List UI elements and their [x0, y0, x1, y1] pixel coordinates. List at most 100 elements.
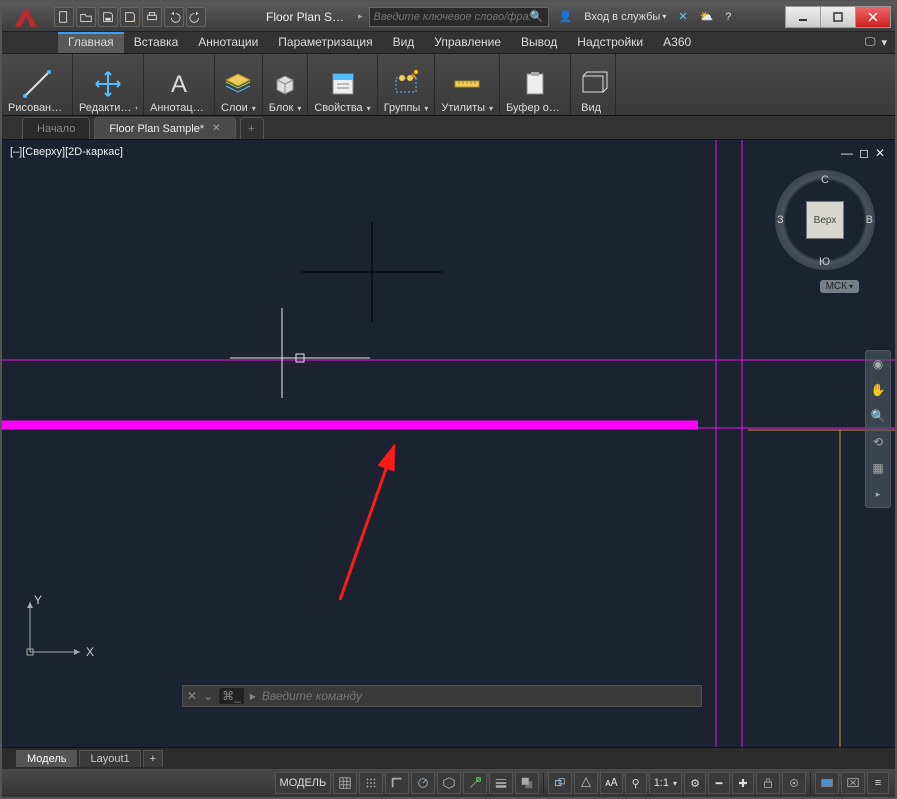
menu-output[interactable]: Вывод: [511, 32, 567, 53]
properties-icon: [327, 68, 359, 100]
open-icon[interactable]: [76, 7, 96, 27]
undo-icon[interactable]: [164, 7, 184, 27]
steering-wheel-icon[interactable]: ◉: [869, 355, 887, 373]
panel-modify[interactable]: Редакти…: [73, 54, 144, 115]
menu-parametric[interactable]: Параметризация: [268, 32, 382, 53]
osnap-icon[interactable]: [463, 772, 487, 794]
layout-tab-model[interactable]: Модель: [16, 750, 77, 767]
app-logo[interactable]: [6, 3, 46, 31]
drawing-area[interactable]: [–][Сверху][2D-каркас] — ◻ ✕: [2, 140, 895, 747]
annotation-visibility-icon[interactable]: ⚲: [625, 772, 647, 794]
pan-icon[interactable]: ✋: [869, 381, 887, 399]
layout-tab-add[interactable]: +: [143, 750, 163, 767]
file-tab-add[interactable]: +: [240, 117, 264, 139]
panel-block[interactable]: Блок: [263, 54, 309, 115]
exchange-icon[interactable]: ✕: [674, 8, 691, 25]
minimize-button[interactable]: [785, 6, 821, 28]
user-icon[interactable]: 👤: [555, 8, 577, 25]
print-icon[interactable]: [142, 7, 162, 27]
command-input[interactable]: [262, 689, 697, 703]
status-bar: МОДЕЛЬ 🗚 ⚲ 1:1▾ ⚙ ━ ✚ ≡: [2, 769, 895, 797]
menu-annotate[interactable]: Аннотации: [188, 32, 268, 53]
panel-annotation[interactable]: A Аннотац…: [144, 54, 215, 115]
chevron-right-icon: ▸: [250, 689, 256, 703]
measure-icon: [451, 68, 483, 100]
login-button[interactable]: Вход в службы▾: [580, 9, 670, 25]
cmdline-options-icon[interactable]: ⌄: [203, 689, 213, 703]
units-icon[interactable]: ━: [708, 772, 730, 794]
search-icon[interactable]: 🔍: [530, 10, 544, 23]
grid-icon[interactable]: [333, 772, 357, 794]
annotation-monitor-icon[interactable]: [574, 772, 598, 794]
clipboard-icon: [519, 68, 551, 100]
compass-north[interactable]: С: [821, 174, 829, 186]
zoom-icon[interactable]: 🔍: [869, 407, 887, 425]
saveas-icon[interactable]: [120, 7, 140, 27]
cmdline-close-icon[interactable]: ✕: [187, 689, 197, 703]
layers-icon: [222, 68, 254, 100]
compass-west[interactable]: З: [777, 214, 784, 226]
customize-icon[interactable]: ≡: [867, 772, 889, 794]
panel-properties[interactable]: Свойства: [308, 54, 377, 115]
panel-layers[interactable]: Слои: [215, 54, 263, 115]
hardware-accel-icon[interactable]: [815, 772, 839, 794]
menu-insert[interactable]: Вставка: [124, 32, 189, 53]
workspace-icon[interactable]: ⚙: [684, 772, 706, 794]
a360-icon[interactable]: ⛅: [696, 8, 718, 25]
panel-draw[interactable]: Рисован…: [2, 54, 73, 115]
ucs-icon[interactable]: X Y: [20, 592, 100, 677]
clean-screen-icon[interactable]: [841, 772, 865, 794]
quickprops-icon[interactable]: ✚: [732, 772, 754, 794]
featured-apps-icon[interactable]: 🖵: [865, 36, 876, 49]
window-buttons: [786, 6, 891, 28]
svg-text:A: A: [171, 71, 187, 98]
view-icon: [577, 68, 609, 100]
panel-groups[interactable]: Группы: [378, 54, 436, 115]
isolate-icon[interactable]: [782, 772, 806, 794]
search-box[interactable]: 🔍: [369, 7, 549, 27]
close-button[interactable]: [855, 6, 891, 28]
title-dropdown-icon[interactable]: ▸: [358, 11, 363, 22]
panel-clipboard[interactable]: Буфер о…: [500, 54, 571, 115]
new-icon[interactable]: [54, 7, 74, 27]
navbar-expand-icon[interactable]: ▸: [869, 485, 887, 503]
maximize-button[interactable]: [820, 6, 856, 28]
close-tab-icon[interactable]: ✕: [212, 123, 220, 134]
layout-tab-layout1[interactable]: Layout1: [79, 750, 140, 767]
scale-button[interactable]: 1:1▾: [649, 772, 682, 794]
compass-east[interactable]: В: [866, 214, 873, 226]
menu-home[interactable]: Главная: [58, 32, 124, 53]
ortho-icon[interactable]: [385, 772, 409, 794]
lock-ui-icon[interactable]: [756, 772, 780, 794]
lineweight-icon[interactable]: [489, 772, 513, 794]
file-tab-document[interactable]: Floor Plan Sample*✕: [94, 117, 235, 139]
file-tab-start[interactable]: Начало: [22, 117, 90, 139]
orbit-icon[interactable]: ⟲: [869, 433, 887, 451]
panel-utilities[interactable]: Утилиты: [435, 54, 500, 115]
compass-south[interactable]: Ю: [819, 256, 830, 268]
snap-icon[interactable]: [359, 772, 383, 794]
menu-a360[interactable]: A360: [653, 32, 701, 53]
drawing-canvas[interactable]: [2, 140, 895, 747]
viewcube-face[interactable]: Верх: [807, 202, 843, 238]
search-input[interactable]: [374, 11, 530, 23]
annotation-scale-icon[interactable]: 🗚: [600, 772, 622, 794]
redo-icon[interactable]: [186, 7, 206, 27]
view-cube[interactable]: Верх С Ю З В: [775, 170, 875, 270]
showmotion-icon[interactable]: ▦: [869, 459, 887, 477]
ucs-badge[interactable]: МСК▾: [820, 280, 859, 293]
save-icon[interactable]: [98, 7, 118, 27]
ribbon-collapse-icon[interactable]: ▾: [881, 36, 887, 49]
menu-addins[interactable]: Надстройки: [567, 32, 653, 53]
polar-icon[interactable]: [411, 772, 435, 794]
text-icon: A: [163, 68, 195, 100]
model-space-button[interactable]: МОДЕЛЬ: [275, 772, 332, 794]
cycling-icon[interactable]: [548, 772, 572, 794]
transparency-icon[interactable]: [515, 772, 539, 794]
command-line[interactable]: ✕ ⌄ ⌘_ ▸: [182, 685, 702, 707]
help-icon[interactable]: ?: [721, 9, 735, 25]
panel-viewpanel[interactable]: Вид: [571, 54, 616, 115]
menu-manage[interactable]: Управление: [424, 32, 511, 53]
isodraft-icon[interactable]: [437, 772, 461, 794]
menu-view[interactable]: Вид: [383, 32, 425, 53]
